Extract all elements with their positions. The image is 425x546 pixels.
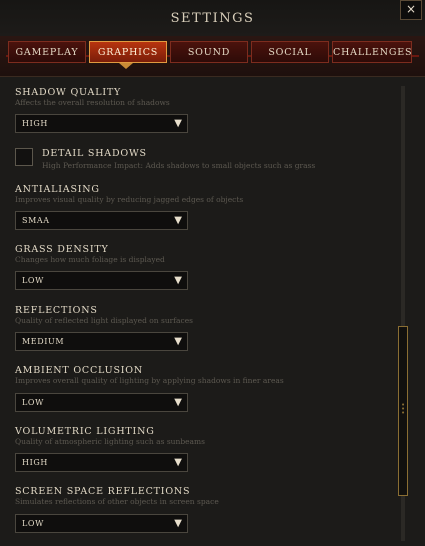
grass-density-title: GRASS DENSITY: [15, 244, 109, 255]
chevron-down-icon: ▼: [174, 518, 182, 529]
tab-social[interactable]: SOCIAL: [251, 41, 329, 63]
chevron-down-icon: ▼: [174, 336, 182, 347]
active-tab-indicator: [119, 63, 133, 69]
tab-graphics[interactable]: GRAPHICS: [89, 41, 167, 63]
ambient-occlusion-desc: Improves overall quality of lighting by …: [15, 376, 284, 385]
chevron-down-icon: ▼: [174, 118, 182, 129]
screen-space-reflections-dropdown[interactable]: LOW ▼: [15, 514, 188, 533]
dropdown-value: LOW: [22, 398, 44, 407]
dropdown-value: LOW: [22, 276, 44, 285]
tab-sound[interactable]: SOUND: [170, 41, 248, 63]
chevron-down-icon: ▼: [174, 457, 182, 468]
shadow-quality-desc: Affects the overall resolution of shadow…: [15, 98, 170, 107]
ambient-occlusion-dropdown[interactable]: LOW ▼: [15, 393, 188, 412]
dropdown-value: MEDIUM: [22, 337, 65, 346]
grass-density-dropdown[interactable]: LOW ▼: [15, 271, 188, 290]
antialiasing-dropdown[interactable]: SMAA ▼: [15, 211, 188, 230]
settings-header: SETTINGS ×: [0, 0, 425, 36]
detail-shadows-desc: High Performance Impact: Adds shadows to…: [42, 161, 316, 170]
tab-bar: GAMEPLAY GRAPHICS SOUND SOCIAL CHALLENGE…: [0, 36, 425, 77]
close-button[interactable]: ×: [400, 0, 422, 20]
page-title: SETTINGS: [170, 11, 255, 26]
screen-space-reflections-desc: Simulates reflections of other objects i…: [15, 497, 219, 506]
tab-challenges[interactable]: CHALLENGES: [332, 41, 412, 63]
ambient-occlusion-title: AMBIENT OCCLUSION: [15, 365, 144, 376]
grass-density-desc: Changes how much foliage is displayed: [15, 255, 165, 264]
volumetric-lighting-dropdown[interactable]: HIGH ▼: [15, 453, 188, 472]
reflections-desc: Quality of reflected light displayed on …: [15, 316, 193, 325]
chevron-down-icon: ▼: [174, 275, 182, 286]
chevron-down-icon: ▼: [174, 215, 182, 226]
tab-gameplay[interactable]: GAMEPLAY: [8, 41, 86, 63]
detail-shadows-title: DETAIL SHADOWS: [42, 148, 147, 159]
grip-icon: • • •: [401, 401, 406, 417]
shadow-quality-title: SHADOW QUALITY: [15, 87, 122, 98]
dropdown-value: LOW: [22, 519, 44, 528]
volumetric-lighting-title: VOLUMETRIC LIGHTING: [15, 426, 155, 437]
dropdown-value: SMAA: [22, 216, 50, 225]
reflections-title: REFLECTIONS: [15, 305, 98, 316]
close-icon: ×: [405, 2, 417, 16]
reflections-dropdown[interactable]: MEDIUM ▼: [15, 332, 188, 351]
detail-shadows-checkbox[interactable]: [15, 148, 33, 166]
chevron-down-icon: ▼: [174, 397, 182, 408]
antialiasing-desc: Improves visual quality by reducing jagg…: [15, 195, 244, 204]
antialiasing-title: ANTIALIASING: [15, 184, 100, 195]
volumetric-lighting-desc: Quality of atmospheric lighting such as …: [15, 437, 205, 446]
dropdown-value: HIGH: [22, 119, 48, 128]
screen-space-reflections-title: SCREEN SPACE REFLECTIONS: [15, 486, 191, 497]
dropdown-value: HIGH: [22, 458, 48, 467]
shadow-quality-dropdown[interactable]: HIGH ▼: [15, 114, 188, 133]
